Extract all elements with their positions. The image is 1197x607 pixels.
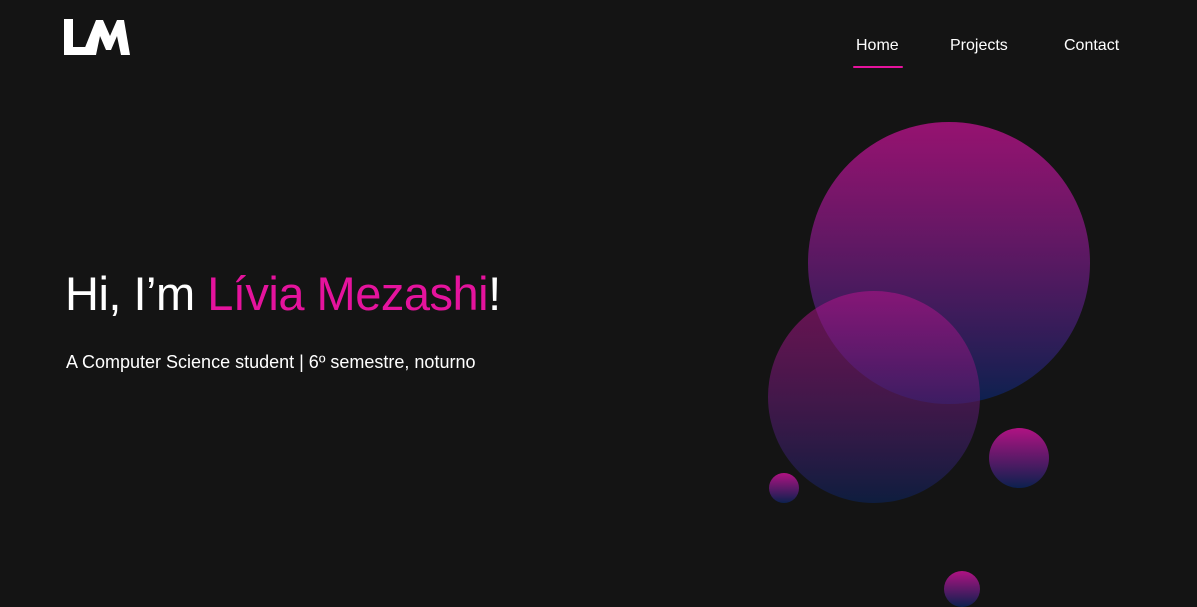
bubble-small-right <box>989 428 1049 488</box>
bubble-medium <box>768 291 980 503</box>
hero-exclaim: ! <box>488 267 501 320</box>
nav-contact-link[interactable]: Contact <box>1064 37 1119 55</box>
hero-heading: Hi, I’m Lívia Mezashi! <box>65 264 501 324</box>
hero-subtitle: A Computer Science student | 6º semestre… <box>66 352 476 372</box>
nav-projects-link[interactable]: Projects <box>950 37 1008 55</box>
bubble-small-bottom <box>944 571 980 607</box>
bubble-large <box>808 122 1090 404</box>
nav-home-link[interactable]: Home <box>856 37 899 55</box>
main-nav: Home Projects Contact <box>0 37 1197 77</box>
bubble-tiny-left <box>769 473 799 503</box>
hero-greeting: Hi, I’m <box>65 267 208 320</box>
hero-name: Lívia Mezashi <box>207 267 489 320</box>
active-nav-indicator <box>853 66 903 68</box>
